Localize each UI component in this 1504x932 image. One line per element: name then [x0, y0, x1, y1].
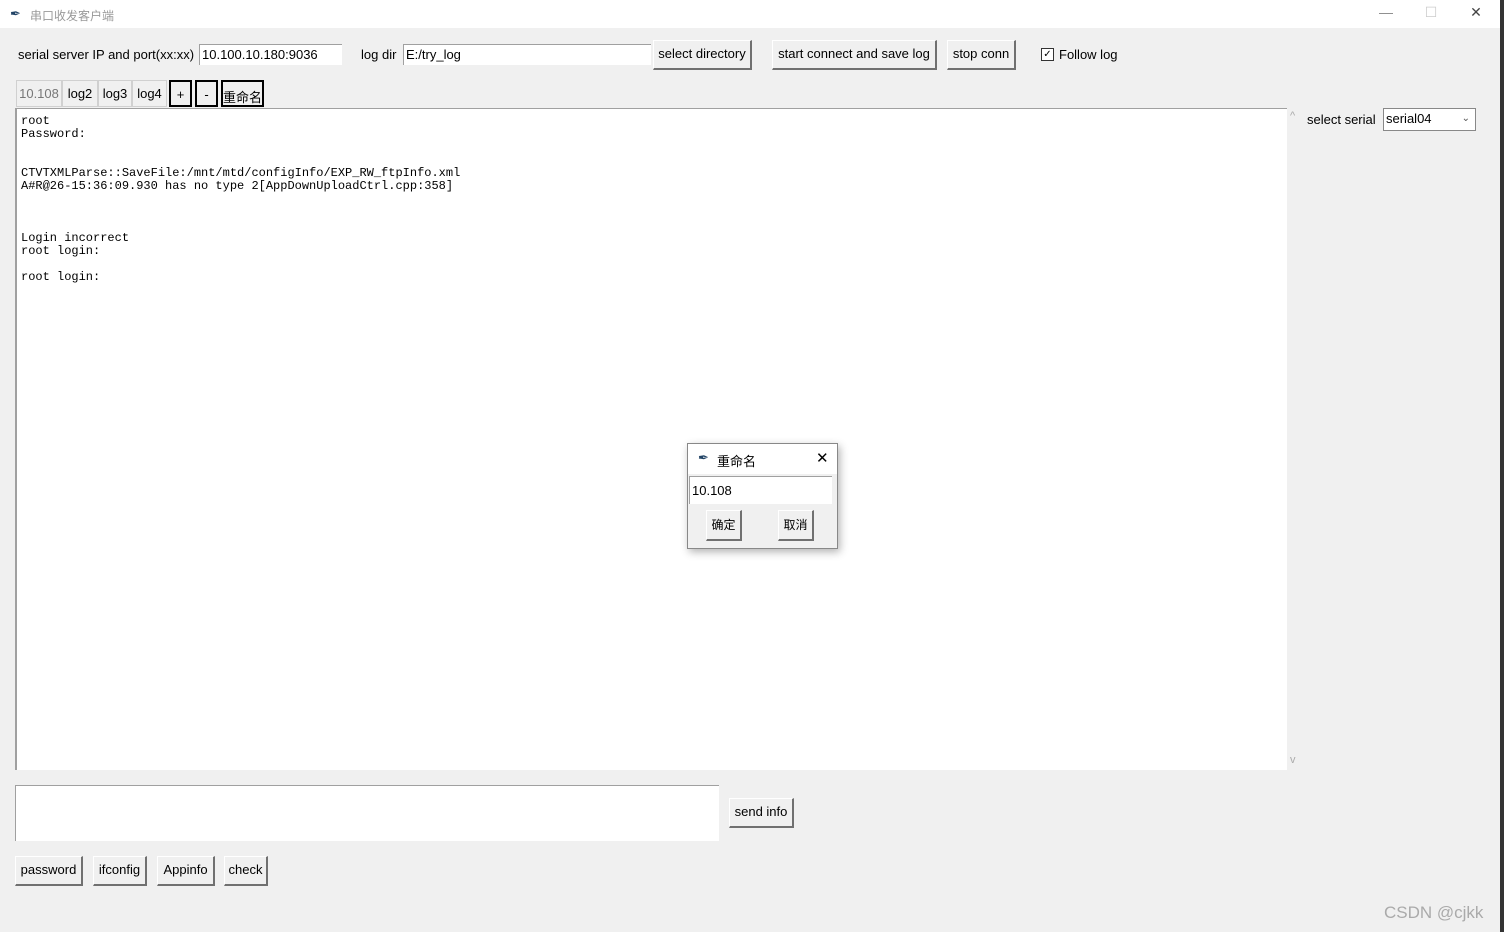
tab-10-108[interactable]: 10.108 — [16, 80, 62, 107]
maximize-button[interactable]: ☐ — [1416, 4, 1446, 21]
scroll-up-arrow[interactable]: ^ — [1290, 110, 1295, 122]
remove-tab-button[interactable]: - — [195, 80, 218, 107]
select-directory-button[interactable]: select directory — [653, 40, 752, 70]
stop-conn-button[interactable]: stop conn — [947, 40, 1016, 70]
dialog-ok-button[interactable]: 确定 — [706, 510, 742, 541]
dialog-close-icon[interactable]: ✕ — [816, 449, 829, 467]
logdir-input[interactable]: E:/try_log — [403, 44, 651, 65]
window-title: 串口收发客户端 — [30, 9, 115, 23]
rename-dialog: ✒ 重命名 ✕ 10.108 确定 取消 — [687, 443, 838, 549]
log-text-area[interactable]: root Password: CTVTXMLParse::SaveFile:/m… — [15, 108, 1287, 770]
logdir-label: log dir — [361, 47, 397, 62]
window-border — [1500, 0, 1504, 932]
close-button[interactable]: ✕ — [1461, 4, 1491, 21]
tab-log3[interactable]: log3 — [98, 80, 132, 107]
appinfo-button[interactable]: Appinfo — [157, 856, 215, 886]
chevron-down-icon: ⌄ — [1461, 113, 1470, 124]
dialog-name-input[interactable]: 10.108 — [689, 476, 832, 504]
tab-log4[interactable]: log4 — [132, 80, 167, 107]
send-input[interactable] — [15, 785, 719, 841]
dialog-title: 重命名 — [717, 454, 757, 469]
dialog-cancel-button[interactable]: 取消 — [778, 510, 814, 541]
watermark: CSDN @cjkk — [1384, 903, 1484, 922]
ip-label: serial server IP and port(xx:xx) — [18, 47, 195, 62]
add-tab-button[interactable]: + — [169, 80, 192, 107]
serial-combobox[interactable]: serial04 ⌄ — [1383, 108, 1476, 131]
check-button[interactable]: check — [224, 856, 268, 886]
rename-tab-button[interactable]: 重命名 — [221, 80, 264, 107]
follow-log-checkbox[interactable]: ✓ — [1041, 48, 1054, 61]
serial-value: serial04 — [1386, 111, 1432, 126]
dialog-title-bar — [688, 444, 837, 474]
send-info-button[interactable]: send info — [729, 798, 794, 828]
follow-log-label: Follow log — [1059, 47, 1118, 62]
password-button[interactable]: password — [15, 856, 83, 886]
scroll-down-arrow[interactable]: v — [1290, 754, 1296, 766]
start-connect-button[interactable]: start connect and save log — [772, 40, 937, 70]
ifconfig-button[interactable]: ifconfig — [93, 856, 147, 886]
feather-icon: ✒ — [10, 6, 21, 21]
tab-log2[interactable]: log2 — [62, 80, 98, 107]
title-bar — [0, 0, 1500, 28]
feather-icon: ✒ — [698, 450, 709, 465]
select-serial-label: select serial — [1307, 112, 1376, 127]
ip-input[interactable]: 10.100.10.180:9036 — [199, 44, 342, 65]
minimize-button[interactable]: — — [1371, 4, 1401, 20]
